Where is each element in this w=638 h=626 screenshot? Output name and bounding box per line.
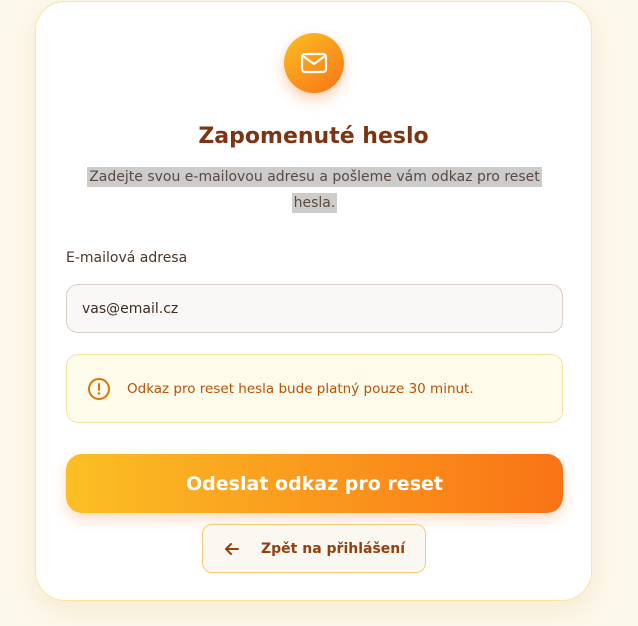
notice-text: Odkaz pro reset hesla bude platný pouze …: [127, 380, 474, 397]
send-reset-link-button[interactable]: Odeslat odkaz pro reset: [66, 454, 563, 513]
page-subtitle: Zadejte svou e-mailovou adresu a pošleme…: [66, 164, 563, 216]
back-to-login-button[interactable]: Zpět na přihlášení: [202, 524, 426, 573]
forgot-password-card: Zapomenuté heslo Zadejte svou e-mailovou…: [35, 1, 592, 601]
arrow-left-icon: [223, 540, 241, 558]
email-label: E-mailová adresa: [66, 250, 188, 266]
page-title: Zapomenuté heslo: [198, 124, 429, 149]
page-subtitle-text: Zadejte svou e-mailovou adresu a pošleme…: [87, 167, 542, 213]
expiry-notice: Odkaz pro reset hesla bude platný pouze …: [66, 354, 563, 423]
back-to-login-label: Zpět na přihlášení: [261, 540, 406, 557]
email-field[interactable]: [66, 284, 563, 333]
mail-icon-glyph: [300, 52, 328, 74]
alert-circle-icon: [87, 377, 111, 401]
mail-icon: [284, 33, 344, 93]
